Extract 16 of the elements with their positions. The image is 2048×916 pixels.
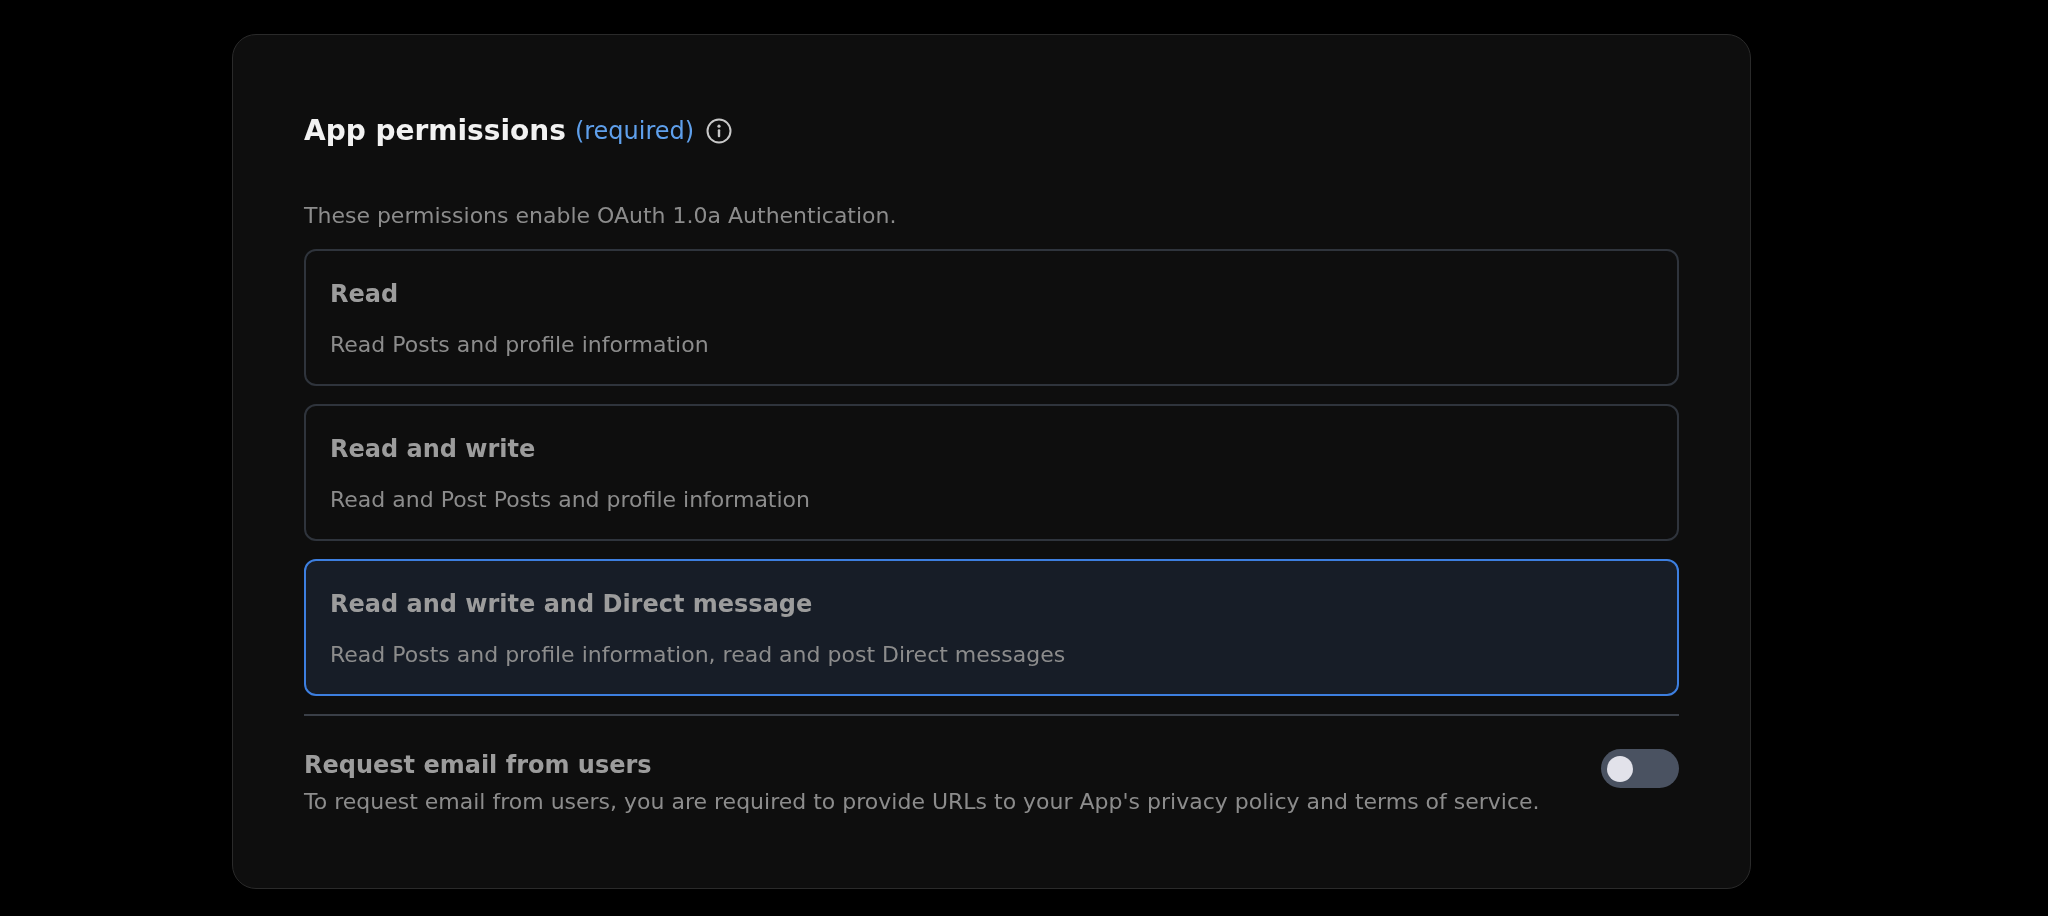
option-description: Read and Post Posts and profile information	[330, 486, 810, 514]
toggle-switch[interactable]	[1601, 749, 1679, 788]
info-icon[interactable]	[706, 118, 733, 144]
permission-option[interactable]: Read and write and Direct message Read Posts and profile information, read and post Direct messages	[304, 559, 1679, 696]
option-title: Read and write and Direct message	[330, 589, 813, 620]
email-request-title: Request email from users	[304, 750, 652, 781]
option-description: Read Posts and profile information, read and post Direct messages	[330, 641, 1066, 669]
section-title: App permissions	[304, 113, 566, 149]
option-title: Read and write	[330, 434, 536, 465]
email-request-description: To request email from users, you are required to provide URLs to your App's privacy policy and terms of service.	[304, 788, 1540, 816]
option-title: Read	[330, 279, 399, 310]
required-note: (required)	[574, 116, 695, 147]
permission-option[interactable]: Read and write Read and Post Posts and profile information	[304, 404, 1679, 541]
section-description: These permissions enable OAuth 1.0a Authentication.	[304, 202, 897, 230]
permission-option[interactable]: Read Read Posts and profile information	[304, 249, 1679, 386]
option-description: Read Posts and profile information	[330, 331, 709, 359]
